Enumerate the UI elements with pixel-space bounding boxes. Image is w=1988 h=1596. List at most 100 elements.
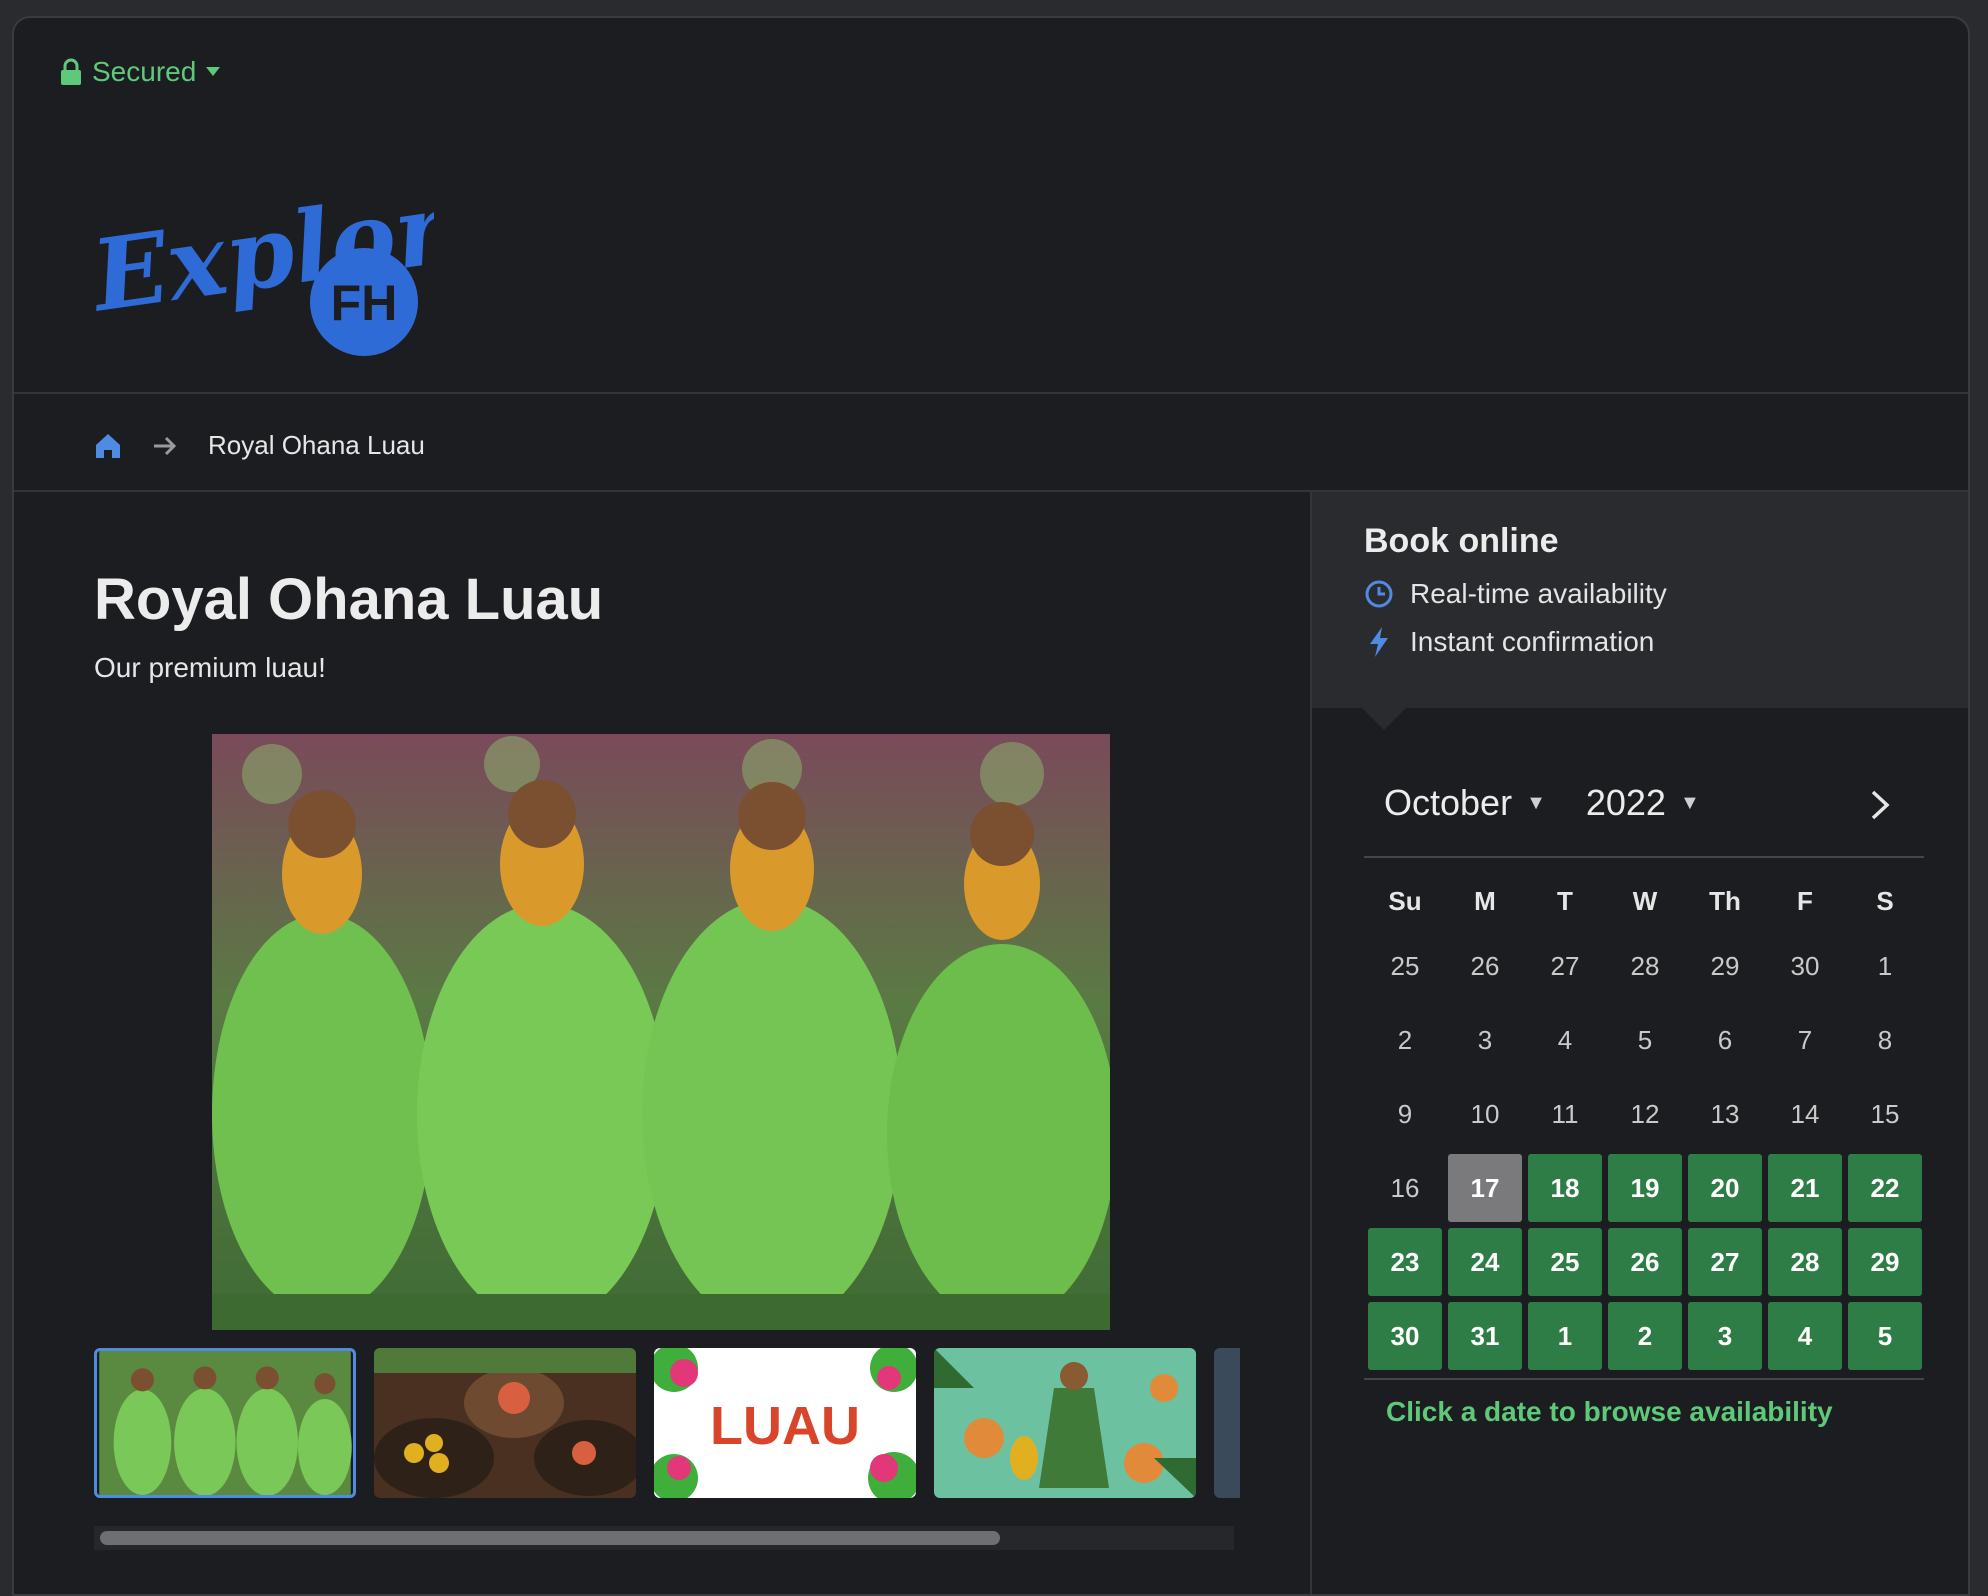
calendar-day[interactable]: 28	[1608, 932, 1682, 1000]
calendar-week-row: 2345678	[1368, 1006, 1924, 1074]
chevron-down-icon[interactable]: ▼	[1680, 792, 1700, 815]
breadcrumb: Royal Ohana Luau	[94, 430, 425, 461]
calendar-day[interactable]: 14	[1768, 1080, 1842, 1148]
page-subtitle: Our premium luau!	[94, 652, 326, 683]
calendar-day[interactable]: 25	[1368, 932, 1442, 1000]
calendar-day-available[interactable]: 18	[1528, 1154, 1602, 1222]
security-label: Secured	[92, 56, 197, 87]
calendar-day[interactable]: 30	[1768, 932, 1842, 1000]
calendar-week-row: 16 17 18 19 20 21 22	[1368, 1154, 1924, 1222]
calendar-day[interactable]: 7	[1768, 1006, 1842, 1074]
browser-frame: Secured Explore FH Royal Ohana Luau Roya…	[12, 16, 1970, 1596]
calendar-day-today[interactable]: 17	[1448, 1154, 1522, 1222]
booking-panel: Book online Real-time availability Insta…	[1310, 492, 1968, 1594]
calendar-day-available[interactable]: 21	[1768, 1154, 1842, 1222]
security-indicator[interactable]: Secured	[60, 56, 221, 88]
calendar-day[interactable]: 27	[1528, 932, 1602, 1000]
calendar-week-row: 30 31 1 2 3 4 5	[1368, 1302, 1924, 1370]
thumbnail-sign-text: LUAU	[710, 1396, 860, 1456]
month-select[interactable]: October	[1384, 782, 1512, 824]
calendar-week-row: 9 10 11 12 13 14 15	[1368, 1080, 1924, 1148]
calendar-day-available[interactable]: 19	[1608, 1154, 1682, 1222]
feature-realtime: Real-time availability	[1364, 578, 1667, 610]
calendar-day[interactable]: 16	[1368, 1154, 1442, 1222]
calendar-day-available[interactable]: 5	[1848, 1302, 1922, 1370]
calendar-day-available[interactable]: 2	[1608, 1302, 1682, 1370]
weekday-label: S	[1876, 885, 1894, 916]
thumbnail-luau-sign[interactable]: LUAU	[654, 1348, 916, 1498]
calendar-day-available[interactable]: 27	[1688, 1228, 1762, 1296]
chevron-right-icon[interactable]	[1868, 788, 1892, 822]
year-select[interactable]: 2022	[1586, 782, 1666, 824]
thumbnail-strip: LUAU	[94, 1348, 1240, 1502]
calendar-day-available[interactable]: 30	[1368, 1302, 1442, 1370]
arrow-right-icon	[154, 436, 177, 455]
calendar-day[interactable]: 8	[1848, 1006, 1922, 1074]
calendar-day-available[interactable]: 23	[1368, 1228, 1442, 1296]
chevron-down-icon[interactable]: ▼	[1526, 792, 1546, 815]
header-divider	[14, 392, 1968, 394]
calendar-day-available[interactable]: 3	[1688, 1302, 1762, 1370]
calendar-grid: Su M T W Th F S 25 26 27 28 29 30 1 2 3 4 5 6 7 8 9 10 11 12 13 1…	[1368, 870, 1924, 1376]
calendar-day[interactable]: 3	[1448, 1006, 1522, 1074]
weekday-label: Su	[1388, 885, 1422, 916]
breadcrumb-current: Royal Ohana Luau	[208, 430, 425, 460]
weekday-label: Th	[1709, 885, 1741, 916]
book-online-box: Book online Real-time availability Insta…	[1312, 492, 1968, 708]
calendar-day[interactable]: 12	[1608, 1080, 1682, 1148]
thumbnail-scrollbar[interactable]	[94, 1526, 1234, 1550]
weekday-label: T	[1557, 885, 1573, 916]
calendar-day-available[interactable]: 26	[1608, 1228, 1682, 1296]
calendar-day[interactable]: 15	[1848, 1080, 1922, 1148]
feature-label: Real-time availability	[1410, 578, 1667, 609]
calendar-day-available[interactable]: 25	[1528, 1228, 1602, 1296]
calendar-week-row: 23 24 25 26 27 28 29	[1368, 1228, 1924, 1296]
feature-instant: Instant confirmation	[1364, 626, 1654, 658]
book-box-pointer	[1362, 708, 1406, 730]
lightning-icon	[1370, 627, 1388, 657]
calendar-day-available[interactable]: 20	[1688, 1154, 1762, 1222]
calendar-day-available[interactable]: 22	[1848, 1154, 1922, 1222]
calendar-header: October ▼ 2022 ▼	[1384, 782, 1726, 824]
calendar-day[interactable]: 29	[1688, 932, 1762, 1000]
lock-icon	[61, 58, 81, 85]
calendar-day-available[interactable]: 28	[1768, 1228, 1842, 1296]
feature-label: Instant confirmation	[1410, 626, 1655, 657]
thumbnail-luau-illustration[interactable]	[934, 1348, 1196, 1498]
calendar-day[interactable]: 26	[1448, 932, 1522, 1000]
calendar-day-available[interactable]: 1	[1528, 1302, 1602, 1370]
explore-fh-logo[interactable]: Explore FH	[94, 178, 434, 368]
calendar-day[interactable]: 2	[1368, 1006, 1442, 1074]
calendar-day[interactable]: 4	[1528, 1006, 1602, 1074]
caret-down-icon	[206, 67, 221, 76]
scrollbar-thumb[interactable]	[100, 1531, 1000, 1545]
thumbnail-hula-dancers[interactable]	[94, 1348, 356, 1498]
weekday-header: Su M T W Th F S	[1368, 870, 1924, 932]
thumbnail-partial[interactable]	[1214, 1348, 1240, 1498]
hero-image-hula-dancers	[212, 734, 1110, 1330]
weekday-label: W	[1632, 885, 1658, 916]
calendar-day[interactable]: 1	[1848, 932, 1922, 1000]
calendar-day[interactable]: 11	[1528, 1080, 1602, 1148]
calendar-day[interactable]: 5	[1608, 1006, 1682, 1074]
clock-icon	[1365, 580, 1393, 608]
calendar-day-available[interactable]: 29	[1848, 1228, 1922, 1296]
calendar-week-row: 25 26 27 28 29 30 1	[1368, 932, 1924, 1000]
calendar-day[interactable]: 9	[1368, 1080, 1442, 1148]
book-online-title: Book online	[1364, 522, 1559, 560]
calendar-day-available[interactable]: 31	[1448, 1302, 1522, 1370]
calendar-day[interactable]: 6	[1688, 1006, 1762, 1074]
calendar-hint: Click a date to browse availability	[1386, 1396, 1833, 1427]
weekday-label: M	[1474, 885, 1496, 916]
home-icon[interactable]	[94, 432, 122, 460]
calendar-day[interactable]: 10	[1448, 1080, 1522, 1148]
calendar-day[interactable]: 13	[1688, 1080, 1762, 1148]
calendar-divider	[1364, 856, 1924, 858]
thumbnail-luau-food[interactable]	[374, 1348, 636, 1498]
calendar-day-available[interactable]: 4	[1768, 1302, 1842, 1370]
page-title: Royal Ohana Luau	[94, 567, 604, 632]
calendar-day-available[interactable]: 24	[1448, 1228, 1522, 1296]
calendar-divider	[1364, 1378, 1924, 1380]
weekday-label: F	[1797, 885, 1813, 916]
logo-badge-text: FH	[331, 275, 398, 331]
